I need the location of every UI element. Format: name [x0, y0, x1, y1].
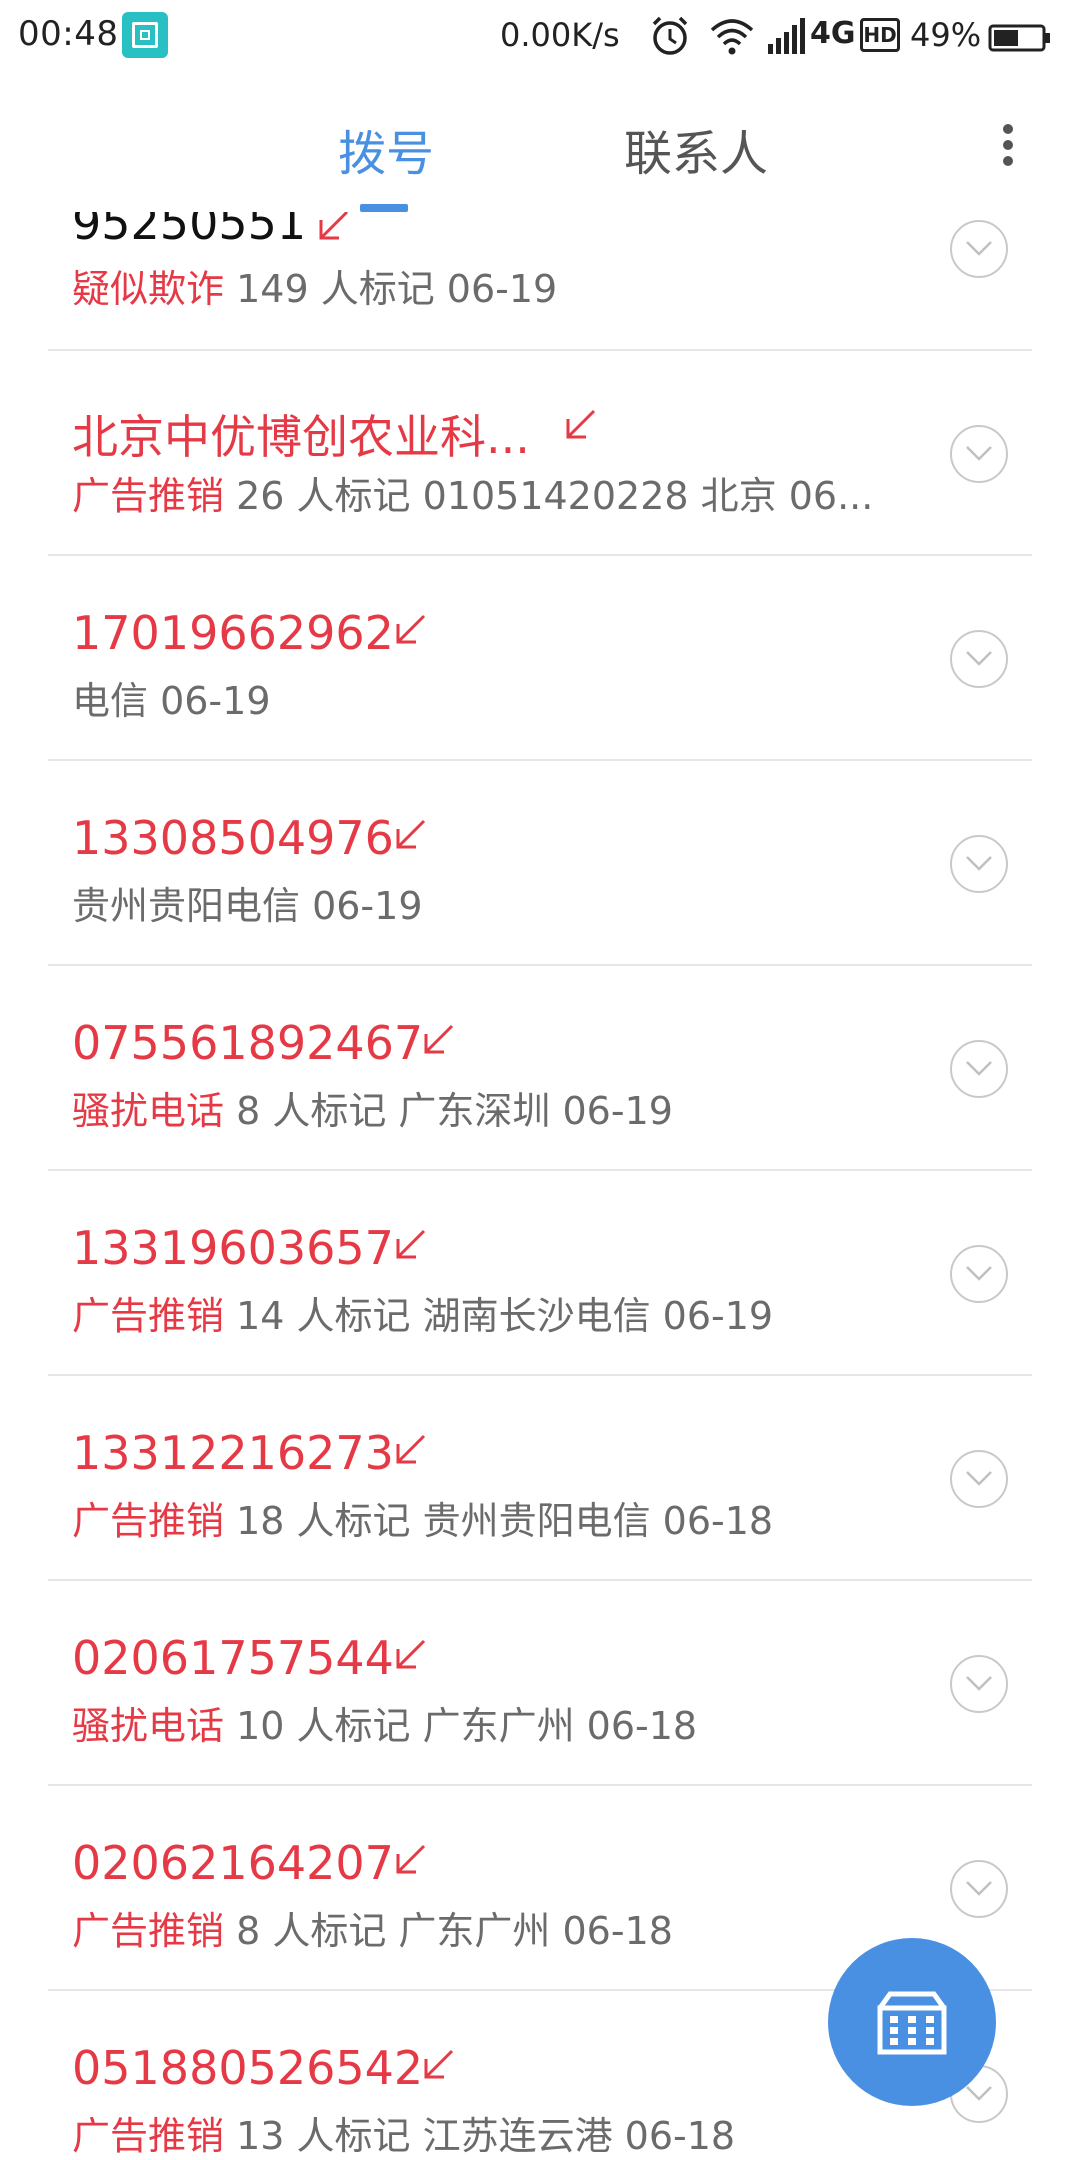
call-number: 02062164207	[72, 1836, 394, 1890]
expand-button[interactable]	[950, 1860, 1008, 1918]
call-tag: 广告推销	[72, 2114, 225, 2158]
call-tag: 骚扰电话	[72, 1089, 225, 1133]
chevron-down-icon	[966, 651, 992, 666]
chevron-down-icon	[966, 2086, 992, 2101]
call-detail: 广告推销 26 人标记 01051420228 北京 06...	[72, 465, 873, 520]
incoming-call-icon	[424, 1024, 454, 1054]
incoming-call-icon	[396, 1434, 426, 1464]
incoming-call-icon	[396, 1229, 426, 1259]
call-tag: 广告推销	[72, 1294, 225, 1338]
signal-icon	[768, 18, 805, 54]
call-detail: 贵州贵阳电信 06-19	[72, 875, 423, 930]
screen: 95250551 疑似欺诈 149 人标记 06-19 北京中优博创农业科...…	[0, 0, 1080, 2160]
chevron-down-icon	[966, 1061, 992, 1076]
alarm-icon	[652, 16, 688, 55]
network-type: 4G	[810, 16, 856, 51]
call-info: 10 人标记 广东广州 06-18	[224, 1704, 698, 1748]
call-detail: 广告推销 14 人标记 湖南长沙电信 06-19	[72, 1285, 773, 1340]
expand-button[interactable]	[950, 630, 1008, 688]
expand-button[interactable]	[950, 425, 1008, 483]
call-number: 13312216273	[72, 1426, 394, 1480]
call-tag: 广告推销	[72, 1909, 225, 1953]
call-number: 17019662962	[72, 606, 394, 660]
call-detail: 骚扰电话 10 人标记 广东广州 06-18	[72, 1695, 697, 1750]
call-detail: 电信 06-19	[72, 670, 271, 725]
call-detail: 疑似欺诈 149 人标记 06-19	[72, 258, 557, 313]
battery-icon	[988, 24, 1050, 52]
overflow-menu-icon[interactable]	[998, 118, 1018, 178]
chevron-down-icon	[966, 1266, 992, 1281]
expand-button[interactable]	[950, 1040, 1008, 1098]
call-info: 26 人标记 01051420228 北京 06...	[224, 474, 874, 518]
call-log-item[interactable]: 北京中优博创农业科... 广告推销 26 人标记 01051420228 北京 …	[48, 351, 1032, 556]
expand-button[interactable]	[950, 1655, 1008, 1713]
status-bar: 00:48 0.00K/s 4G HD 49%	[0, 0, 1080, 72]
incoming-call-icon	[566, 409, 596, 439]
call-log-item[interactable]: 075561892467 骚扰电话 8 人标记 广东深圳 06-19	[48, 966, 1032, 1171]
call-log-list[interactable]: 95250551 疑似欺诈 149 人标记 06-19 北京中优博创农业科...…	[0, 0, 1080, 2160]
call-info: 贵州贵阳电信 06-19	[72, 884, 423, 928]
call-log-item[interactable]: 13312216273 广告推销 18 人标记 贵州贵阳电信 06-18	[48, 1376, 1032, 1581]
chevron-down-icon	[966, 1881, 992, 1896]
active-tab-indicator	[360, 204, 408, 212]
tab-dial[interactable]: 拨号	[338, 114, 434, 184]
call-number: 北京中优博创农业科...	[72, 410, 530, 464]
call-detail: 广告推销 8 人标记 广东广州 06-18	[72, 1900, 673, 1955]
expand-button[interactable]	[950, 1450, 1008, 1508]
incoming-call-icon	[319, 210, 349, 240]
call-info: 8 人标记 广东深圳 06-19	[224, 1089, 673, 1133]
screenshot-icon	[122, 12, 168, 58]
call-number: 02061757544	[72, 1631, 394, 1685]
call-number: 075561892467	[72, 1016, 424, 1070]
dialpad-fab-button[interactable]	[828, 1938, 996, 2106]
expand-button[interactable]	[950, 1245, 1008, 1303]
incoming-call-icon	[396, 614, 426, 644]
call-info: 8 人标记 广东广州 06-18	[224, 1909, 673, 1953]
call-info: 18 人标记 贵州贵阳电信 06-18	[224, 1499, 774, 1543]
expand-button[interactable]	[950, 220, 1008, 278]
wifi-icon	[710, 19, 754, 55]
call-tag: 广告推销	[72, 1499, 225, 1543]
incoming-call-icon	[396, 819, 426, 849]
call-tag: 疑似欺诈	[72, 267, 225, 311]
call-number: 13319603657	[72, 1221, 394, 1275]
hd-icon: HD	[860, 18, 900, 52]
chevron-down-icon	[966, 856, 992, 871]
call-info: 电信 06-19	[72, 679, 271, 723]
call-log-item[interactable]: 17019662962 电信 06-19	[48, 556, 1032, 761]
call-info: 13 人标记 江苏连云港 06-18	[224, 2114, 736, 2158]
call-detail: 广告推销 18 人标记 贵州贵阳电信 06-18	[72, 1490, 773, 1545]
network-speed: 0.00K/s	[500, 16, 620, 54]
call-number: 051880526542	[72, 2041, 424, 2095]
incoming-call-icon	[424, 2049, 454, 2079]
chevron-down-icon	[966, 241, 992, 256]
tab-contacts[interactable]: 联系人	[624, 114, 768, 184]
chevron-down-icon	[966, 446, 992, 461]
status-time: 00:48	[18, 14, 119, 54]
call-log-item[interactable]: 13308504976 贵州贵阳电信 06-19	[48, 761, 1032, 966]
tab-header: 拨号 联系人	[0, 72, 1080, 212]
call-log-item[interactable]: 02061757544 骚扰电话 10 人标记 广东广州 06-18	[48, 1581, 1032, 1786]
chevron-down-icon	[966, 1676, 992, 1691]
dialpad-icon	[877, 1991, 947, 2055]
chevron-down-icon	[966, 1471, 992, 1486]
incoming-call-icon	[396, 1844, 426, 1874]
call-detail: 广告推销 13 人标记 江苏连云港 06-18	[72, 2105, 735, 2160]
call-number: 13308504976	[72, 811, 394, 865]
incoming-call-icon	[396, 1639, 426, 1669]
call-info: 14 人标记 湖南长沙电信 06-19	[224, 1294, 774, 1338]
call-tag: 骚扰电话	[72, 1704, 225, 1748]
call-tag: 广告推销	[72, 474, 225, 518]
expand-button[interactable]	[950, 835, 1008, 893]
call-detail: 骚扰电话 8 人标记 广东深圳 06-19	[72, 1080, 673, 1135]
call-log-item[interactable]: 13319603657 广告推销 14 人标记 湖南长沙电信 06-19	[48, 1171, 1032, 1376]
battery-percent: 49%	[910, 16, 982, 54]
call-info: 149 人标记 06-19	[224, 267, 558, 311]
